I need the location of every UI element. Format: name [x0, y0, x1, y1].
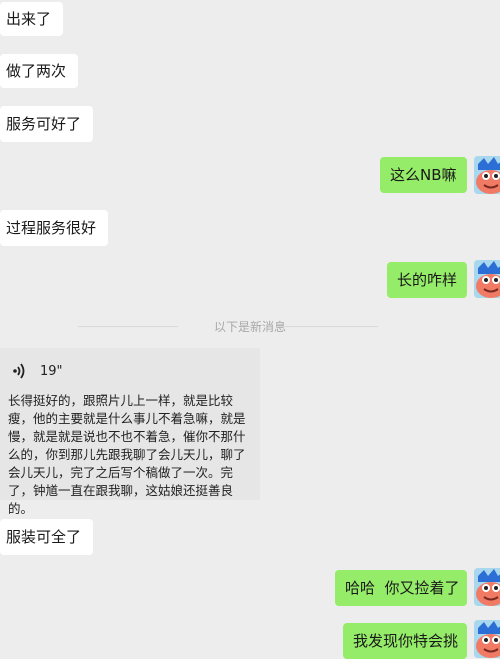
cartoon-avatar-icon: [474, 620, 500, 658]
voice-message-header[interactable]: 19": [8, 358, 252, 384]
cartoon-avatar-icon: [474, 568, 500, 606]
incoming-message-bubble[interactable]: 过程服务很好: [0, 210, 109, 246]
cartoon-avatar-icon: [474, 260, 500, 298]
outgoing-message-bubble[interactable]: 这么NB嘛: [380, 157, 467, 193]
outgoing-message-bubble[interactable]: 我发现你特会挑: [343, 623, 467, 659]
voice-wave-icon: [13, 363, 25, 379]
incoming-message-bubble[interactable]: 出来了: [0, 2, 64, 36]
new-messages-divider: 以下是新消息: [213, 320, 286, 334]
divider-line-right: [278, 326, 378, 327]
incoming-message-bubble[interactable]: 做了两次: [0, 54, 79, 88]
voice-message-card[interactable]: 19" 长得挺好的，跟照片儿上一样，就是比较瘦，他的主要就是什么事儿不着急嘛，就…: [0, 348, 260, 516]
incoming-message-bubble[interactable]: 服务可好了: [0, 106, 94, 142]
avatar[interactable]: [474, 620, 500, 658]
cartoon-avatar-icon: [474, 156, 500, 194]
outgoing-message-bubble[interactable]: 哈哈 你又捡着了: [335, 570, 467, 606]
voice-transcript: 长得挺好的，跟照片儿上一样，就是比较瘦，他的主要就是什么事儿不着急嘛，就是慢，就…: [8, 393, 246, 516]
voice-duration: 19": [40, 363, 63, 379]
avatar[interactable]: [474, 260, 500, 298]
incoming-message-bubble[interactable]: 服装可全了: [0, 519, 94, 555]
avatar[interactable]: [474, 568, 500, 606]
outgoing-message-bubble[interactable]: 长的咋样: [387, 262, 467, 298]
avatar[interactable]: [474, 156, 500, 194]
